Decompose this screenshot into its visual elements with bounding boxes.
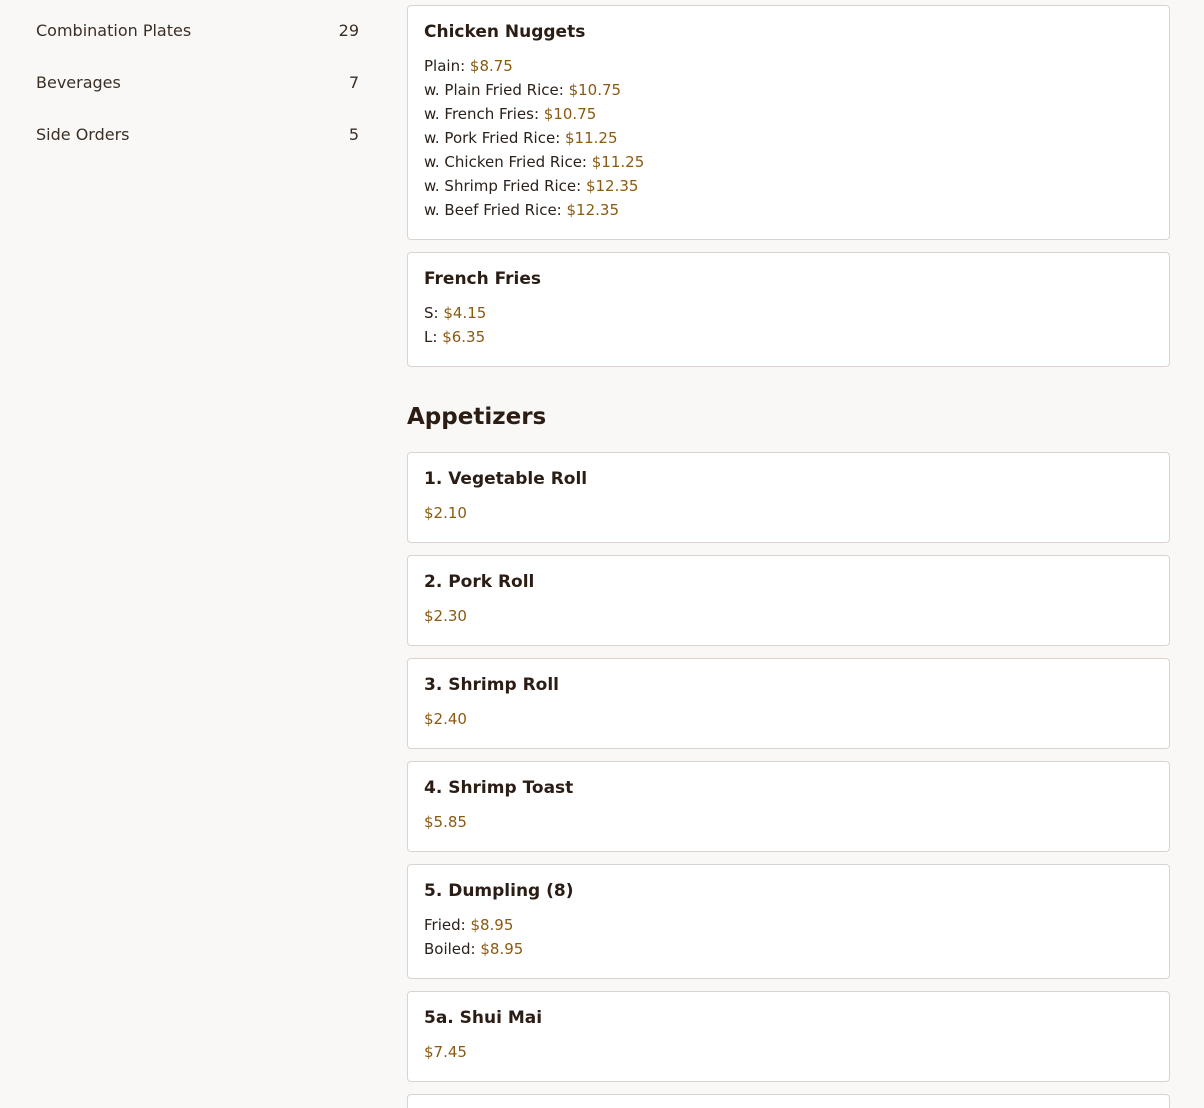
option-label: Boiled: bbox=[424, 940, 481, 958]
option-label: w. Beef Fried Rice: bbox=[424, 201, 567, 219]
menu-item-title: 5. Dumpling (8) bbox=[424, 881, 574, 901]
menu-item-title: French Fries bbox=[424, 269, 542, 289]
menu-item-card[interactable]: French Fries S: $4.15 L: $6.35 bbox=[407, 252, 1170, 367]
option-price: $11.25 bbox=[591, 153, 645, 171]
option-price: $2.30 bbox=[424, 607, 467, 625]
menu-item-card[interactable]: 5. Dumpling (8) Fried: $8.95 Boiled: $8.… bbox=[407, 864, 1170, 979]
option-price: $8.95 bbox=[480, 940, 524, 958]
section-heading-appetizers: Appetizers bbox=[407, 404, 547, 430]
price-option: w. Pork Fried Rice: $11.25 bbox=[424, 129, 618, 147]
price-option: $7.45 bbox=[424, 1043, 467, 1061]
option-label: S: bbox=[424, 304, 444, 322]
option-price: $8.95 bbox=[470, 916, 514, 934]
price-option: S: $4.15 bbox=[424, 304, 486, 322]
price-option: w. Beef Fried Rice: $12.35 bbox=[424, 201, 619, 219]
price-option: $2.30 bbox=[424, 607, 467, 625]
category-combination-plates[interactable]: Combination Plates 29 bbox=[36, 16, 359, 44]
option-label: Fried: bbox=[424, 916, 471, 934]
option-price: $11.25 bbox=[565, 129, 618, 147]
menu-item-title: 3. Shrimp Roll bbox=[424, 675, 559, 695]
price-option: $2.10 bbox=[424, 504, 467, 522]
option-label: w. Chicken Fried Rice: bbox=[424, 153, 592, 171]
menu-item-card[interactable]: 1. Vegetable Roll $2.10 bbox=[407, 452, 1170, 543]
category-side-orders[interactable]: Side Orders 5 bbox=[36, 120, 359, 148]
option-price: $2.10 bbox=[424, 504, 467, 522]
price-option: Boiled: $8.95 bbox=[424, 940, 523, 958]
category-name: Beverages bbox=[36, 72, 121, 92]
price-option: $5.85 bbox=[424, 813, 467, 831]
option-label: w. Pork Fried Rice: bbox=[424, 129, 566, 147]
option-price: $5.85 bbox=[424, 813, 467, 831]
price-option: L: $6.35 bbox=[424, 328, 485, 346]
price-option: w. French Fries: $10.75 bbox=[424, 105, 596, 123]
menu-item-card[interactable]: 2. Pork Roll $2.30 bbox=[407, 555, 1170, 646]
menu-item-title: 5a. Shui Mai bbox=[424, 1008, 543, 1028]
option-label: w. French Fries: bbox=[424, 105, 544, 123]
option-price: $2.40 bbox=[424, 710, 467, 728]
option-price: $12.35 bbox=[566, 201, 620, 219]
option-price: $6.35 bbox=[442, 328, 486, 346]
option-price: $10.75 bbox=[568, 81, 622, 99]
category-count: 5 bbox=[348, 124, 359, 144]
menu-item-card[interactable] bbox=[407, 1094, 1170, 1108]
menu-item-card[interactable]: 5a. Shui Mai $7.45 bbox=[407, 991, 1170, 1082]
menu-item-title: 2. Pork Roll bbox=[424, 572, 535, 592]
price-option: w. Shrimp Fried Rice: $12.35 bbox=[424, 177, 638, 195]
menu-item-title: 4. Shrimp Toast bbox=[424, 778, 574, 798]
category-count: 7 bbox=[348, 72, 359, 92]
option-price: $4.15 bbox=[443, 304, 487, 322]
option-price: $7.45 bbox=[424, 1043, 467, 1061]
menu-item-title: 1. Vegetable Roll bbox=[424, 469, 588, 489]
menu-item-card[interactable]: Chicken Nuggets Plain: $8.75 w. Plain Fr… bbox=[407, 5, 1170, 240]
option-price: $8.75 bbox=[469, 57, 513, 75]
price-option: w. Plain Fried Rice: $10.75 bbox=[424, 81, 621, 99]
price-option: Fried: $8.95 bbox=[424, 916, 513, 934]
price-option: w. Chicken Fried Rice: $11.25 bbox=[424, 153, 644, 171]
category-beverages[interactable]: Beverages 7 bbox=[36, 68, 359, 96]
option-label: w. Plain Fried Rice: bbox=[424, 81, 569, 99]
page-scrollbar[interactable] bbox=[1184, 0, 1204, 1108]
menu-item-title: Chicken Nuggets bbox=[424, 22, 586, 42]
option-price: $12.35 bbox=[585, 177, 639, 195]
menu-item-card[interactable]: 3. Shrimp Roll $2.40 bbox=[407, 658, 1170, 749]
price-option: $2.40 bbox=[424, 710, 467, 728]
category-name: Combination Plates bbox=[36, 20, 192, 40]
category-count: 29 bbox=[338, 20, 359, 40]
category-name: Side Orders bbox=[36, 124, 130, 144]
option-label: w. Shrimp Fried Rice: bbox=[424, 177, 586, 195]
option-label: Plain: bbox=[424, 57, 470, 75]
price-option: Plain: $8.75 bbox=[424, 57, 513, 75]
option-label: L: bbox=[424, 328, 443, 346]
menu-item-card[interactable]: 4. Shrimp Toast $5.85 bbox=[407, 761, 1170, 852]
option-price: $10.75 bbox=[543, 105, 597, 123]
